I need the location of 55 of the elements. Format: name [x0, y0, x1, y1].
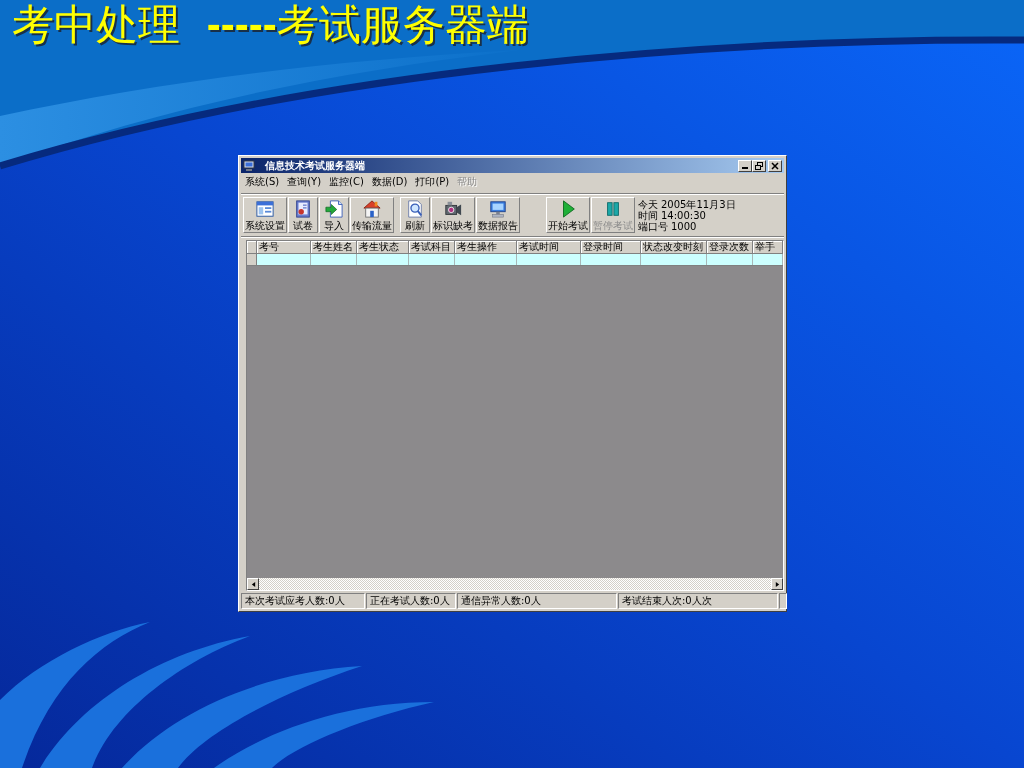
magnifier-document-icon	[406, 200, 424, 218]
column-header[interactable]: 登录时间	[581, 241, 641, 254]
scroll-right-button[interactable]	[771, 578, 783, 590]
info-label: 端口号	[638, 220, 668, 232]
restore-icon	[755, 161, 763, 170]
status-text: 考试结束人次:0人次	[618, 593, 778, 609]
right-arrow-icon	[774, 580, 780, 588]
status-text: 正在考试人数:0人	[366, 593, 456, 609]
info-value: 1000	[671, 220, 697, 232]
column-header[interactable]: 考号	[257, 241, 311, 254]
column-header[interactable]: 考试科目	[409, 241, 455, 254]
restore-button[interactable]	[752, 159, 766, 172]
computer-icon	[243, 159, 255, 172]
toolbar-button[interactable]: 系统设置	[243, 197, 287, 233]
toolbar-button[interactable]: 数据报告	[476, 197, 520, 233]
toolbar-button[interactable]: 开始考试	[546, 197, 590, 233]
info-label: 时间	[638, 209, 658, 221]
slide-title: 考中处理 -----考试服务器端	[11, 0, 529, 50]
info-value: 14:00:30	[661, 209, 706, 221]
house-icon	[363, 200, 381, 218]
column-header[interactable]: 登录次数	[707, 241, 753, 254]
toolbar-button[interactable]: 导入	[319, 197, 349, 233]
close-button[interactable]	[768, 159, 782, 172]
window-icon	[256, 200, 274, 218]
column-header[interactable]: 考生状态	[357, 241, 409, 254]
scroll-left-button[interactable]	[247, 578, 259, 590]
status-panel	[779, 593, 787, 609]
info-label: 今天	[638, 198, 658, 210]
column-header[interactable]: 举手	[753, 241, 783, 254]
toolbar-button[interactable]: 标识缺考	[431, 197, 475, 233]
toolbar-button[interactable]: 刷新	[400, 197, 430, 233]
empty-row[interactable]	[247, 254, 783, 266]
column-header[interactable]: 考试时间	[517, 241, 581, 254]
camera-icon	[444, 200, 462, 218]
arrow-document-icon	[325, 200, 343, 218]
pause-icon	[604, 200, 622, 218]
menu-item[interactable]: 系统(S)	[243, 175, 282, 188]
info-value: 2005年11月3日	[661, 198, 736, 210]
status-text: 本次考试应考人数:0人	[241, 593, 365, 609]
toolbar-button[interactable]: 传输流量	[350, 197, 394, 233]
book-icon	[294, 200, 312, 218]
toolbar-button[interactable]: 试卷	[288, 197, 318, 233]
menu-item[interactable]: 数据(D)	[369, 175, 410, 188]
status-text: 通信异常人数:0人	[457, 593, 617, 609]
menu-item[interactable]: 查询(Y)	[285, 175, 324, 188]
close-icon	[771, 161, 779, 170]
column-header[interactable]: 考生操作	[455, 241, 517, 254]
monitor-icon	[489, 200, 507, 218]
minimize-button[interactable]	[738, 159, 752, 172]
column-header[interactable]: 状态改变时刻	[641, 241, 707, 254]
window-title: 信息技术考试服务器端	[265, 159, 366, 172]
column-header[interactable]: 考生姓名	[311, 241, 357, 254]
menu-item[interactable]: 监控(C)	[327, 175, 366, 188]
left-arrow-icon	[250, 580, 256, 588]
menu-item[interactable]: 打印(P)	[413, 175, 452, 188]
